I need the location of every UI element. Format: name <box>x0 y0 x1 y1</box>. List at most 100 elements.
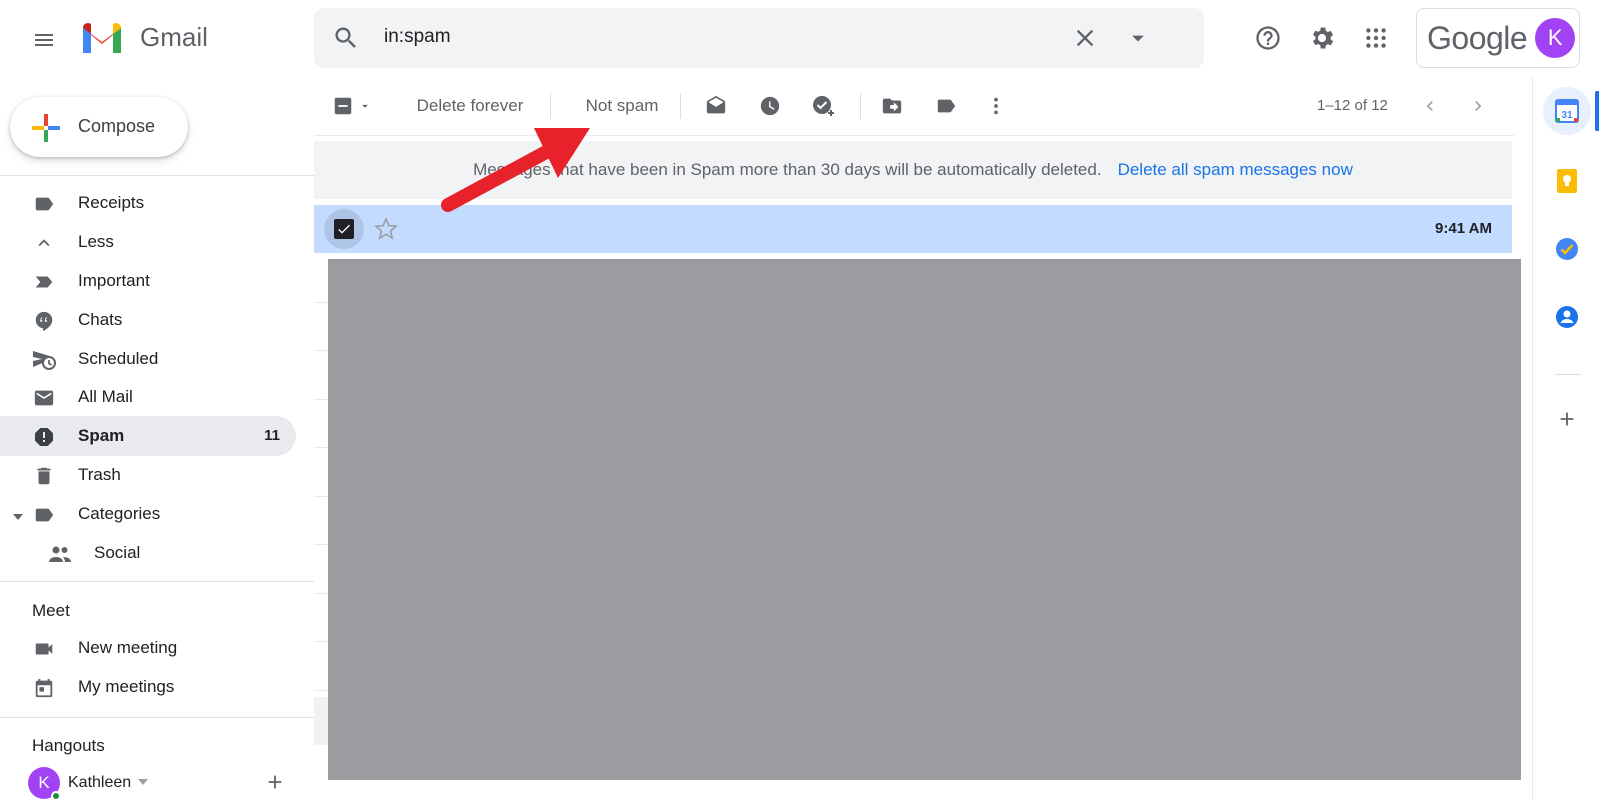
sidebar-item-receipts[interactable]: Receipts <box>0 183 296 223</box>
sidebar: Compose Receipts Less Important Chats Sc… <box>0 77 314 800</box>
sidebar-item-label: Important <box>78 271 150 290</box>
row-divider <box>314 544 328 545</box>
row-divider <box>314 593 328 594</box>
older-page-chevron-right-icon[interactable] <box>1460 88 1496 124</box>
meet-item-new-meeting[interactable]: New meeting <box>0 628 296 668</box>
checkbox-checked-icon <box>334 219 354 239</box>
search-icon[interactable] <box>332 24 360 57</box>
trash-icon <box>32 464 56 488</box>
add-hangout-icon[interactable] <box>264 771 286 798</box>
compose-label: Compose <box>78 116 156 136</box>
hangouts-avatar: K <box>28 767 61 800</box>
chevron-down-icon[interactable] <box>137 774 149 792</box>
calendar-icon <box>32 676 56 700</box>
meet-item-label: New meeting <box>78 638 178 657</box>
sidebar-item-label: All Mail <box>78 387 133 406</box>
sidebar-item-trash[interactable]: Trash <box>0 455 296 495</box>
sidebar-item-social[interactable]: Social <box>0 533 296 573</box>
row-checkbox[interactable] <box>324 209 364 249</box>
sidebar-item-all-mail[interactable]: All Mail <box>0 377 296 417</box>
sidebar-divider <box>0 581 314 582</box>
not-spam-button[interactable]: Not spam <box>564 88 680 124</box>
toolbar-divider <box>680 93 681 119</box>
compose-button[interactable]: Compose <box>10 97 188 157</box>
row-divider <box>314 302 328 303</box>
move-to-icon[interactable] <box>874 88 910 124</box>
sidebar-item-important[interactable]: Important <box>0 261 296 301</box>
hangouts-user[interactable]: K Kathleen <box>28 767 149 800</box>
sidebar-item-less[interactable]: Less <box>0 222 296 262</box>
top-header: Gmail in:spam Google K <box>0 0 1600 77</box>
search-input[interactable]: in:spam <box>384 26 451 48</box>
add-to-tasks-icon[interactable] <box>806 88 842 124</box>
gmail-app: Gmail in:spam Google K Compose Receipts … <box>0 0 1600 800</box>
hangouts-user-name: Kathleen <box>68 774 132 791</box>
row-divider <box>314 350 328 351</box>
logo-text: Gmail <box>140 21 208 52</box>
sidebar-item-label: Spam <box>78 426 125 445</box>
side-panel-divider <box>1555 374 1581 375</box>
sidebar-item-label: Categories <box>78 504 161 523</box>
avatar-initial: K <box>38 773 50 792</box>
newer-page-chevron-left-icon[interactable] <box>1412 88 1448 124</box>
sidebar-item-label: Social <box>94 543 141 562</box>
apps-grid-icon[interactable] <box>1356 18 1396 58</box>
scheduled-send-icon <box>32 348 56 372</box>
delete-all-spam-link[interactable]: Delete all spam messages now <box>1118 160 1353 180</box>
main-menu-button[interactable] <box>24 20 64 60</box>
calendar-app-icon[interactable]: 31 <box>1543 87 1591 135</box>
account-switcher[interactable]: Google K <box>1416 8 1580 68</box>
online-status-dot <box>51 791 61 800</box>
label-icon[interactable] <box>928 88 964 124</box>
more-options-icon[interactable] <box>982 88 1010 124</box>
sidebar-item-label: Scheduled <box>78 349 159 368</box>
checkbox-indeterminate-icon <box>334 97 352 115</box>
google-wordmark: Google <box>1427 19 1528 56</box>
sidebar-item-chats[interactable]: Chats <box>0 300 296 340</box>
keep-app-icon[interactable] <box>1543 157 1591 205</box>
sidebar-item-spam[interactable]: Spam 11 <box>0 416 296 456</box>
hangouts-section-title: Hangouts <box>32 736 105 755</box>
star-icon[interactable] <box>374 216 398 246</box>
chevron-up-icon <box>32 231 56 255</box>
sidebar-divider <box>0 175 314 176</box>
clear-search-icon[interactable] <box>1071 24 1099 57</box>
compose-plus-icon <box>30 112 62 149</box>
help-icon[interactable] <box>1248 18 1288 58</box>
search-bar[interactable]: in:spam <box>314 8 1204 68</box>
chevron-down-icon <box>362 104 368 108</box>
sidebar-item-categories[interactable]: Categories <box>0 494 296 534</box>
meet-section-title: Meet <box>32 601 70 620</box>
row-divider <box>314 447 328 448</box>
select-all-checkbox[interactable] <box>326 88 378 124</box>
row-divider <box>314 496 328 497</box>
label-icon <box>32 503 56 527</box>
side-apps-panel: 31 <box>1532 77 1600 800</box>
active-app-indicator <box>1595 91 1599 131</box>
expand-arrow-icon[interactable] <box>12 509 24 527</box>
account-avatar[interactable]: K <box>1535 18 1576 58</box>
meet-item-my-meetings[interactable]: My meetings <box>0 667 296 707</box>
snooze-clock-icon[interactable] <box>752 88 788 124</box>
unread-count-badge: 11 <box>264 427 280 444</box>
list-item[interactable] <box>314 697 328 745</box>
people-icon <box>48 542 72 566</box>
pagination-text: 1–12 of 12 <box>1317 97 1388 114</box>
settings-gear-icon[interactable] <box>1302 18 1342 58</box>
gmail-logo[interactable]: Gmail <box>80 20 208 54</box>
contacts-app-icon[interactable] <box>1543 293 1591 341</box>
spam-icon <box>32 425 56 449</box>
get-addons-plus-icon[interactable] <box>1543 395 1591 443</box>
sidebar-item-label: Chats <box>78 310 123 329</box>
delete-forever-button[interactable]: Delete forever <box>400 88 540 124</box>
important-icon <box>32 270 56 294</box>
sidebar-item-label: Less <box>78 232 114 251</box>
mark-as-read-icon[interactable] <box>698 88 734 124</box>
redacted-message-list <box>328 259 1521 780</box>
search-options-icon[interactable] <box>1124 24 1152 57</box>
row-divider <box>314 690 328 691</box>
sidebar-divider <box>0 717 314 718</box>
sidebar-item-label: Receipts <box>78 193 145 212</box>
tasks-app-icon[interactable] <box>1543 225 1591 273</box>
sidebar-item-scheduled[interactable]: Scheduled <box>0 339 296 379</box>
